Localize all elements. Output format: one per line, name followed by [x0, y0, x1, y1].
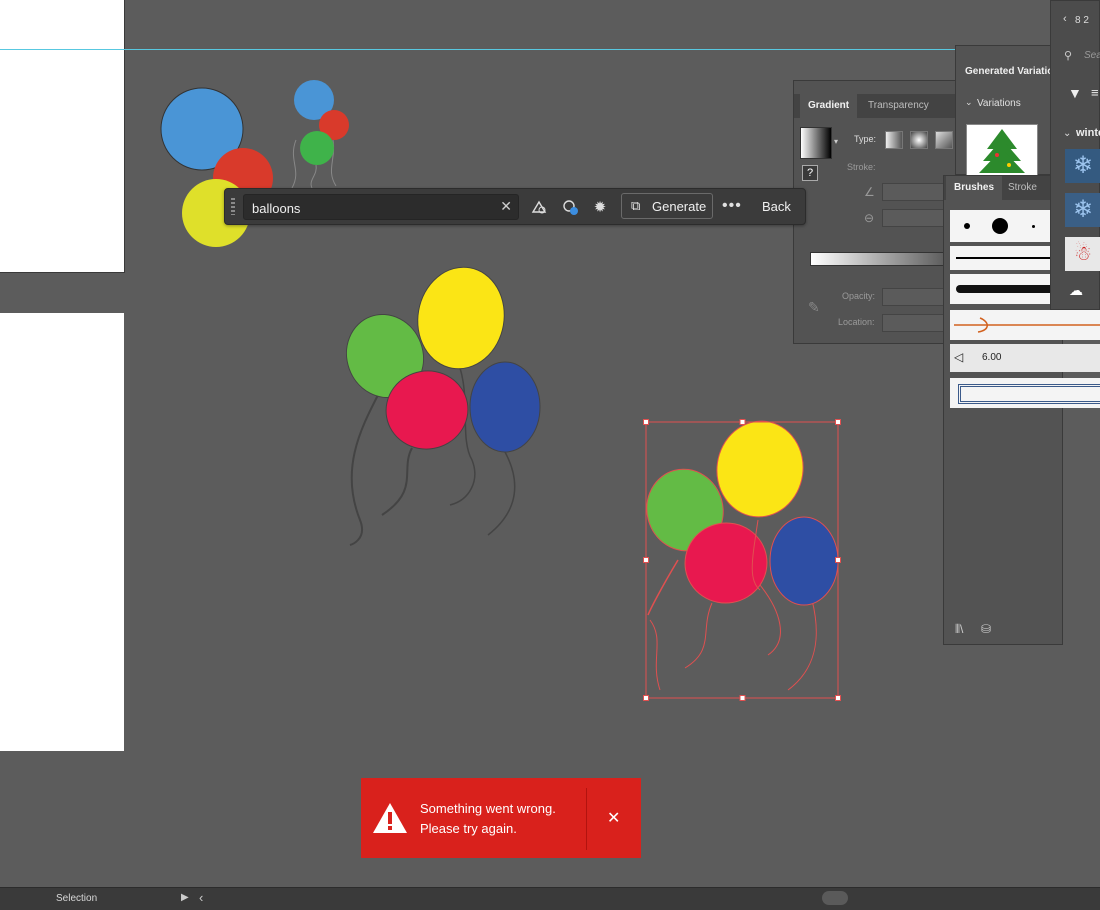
- gradient-panel: Gradient Transparency ▾ Type: Stroke: ? …: [793, 80, 963, 344]
- error-message-line2: Please try again.: [420, 821, 517, 836]
- gradient-slider[interactable]: [810, 252, 952, 266]
- brush-row-size[interactable]: ◁ 6.00: [950, 344, 1100, 372]
- prompt-field[interactable]: ✕: [243, 194, 519, 220]
- gear-icon[interactable]: ✹: [590, 197, 610, 217]
- tab-transparency[interactable]: Transparency: [860, 94, 937, 118]
- contextual-task-bar: ✕ ✹ ⧉ Generate ••• Back: [224, 188, 806, 225]
- generate-icon: ⧉: [631, 198, 641, 213]
- radial-gradient-button[interactable]: [910, 131, 928, 149]
- gradient-swatch[interactable]: [800, 127, 832, 159]
- brush-size-value: 6.00: [982, 352, 1002, 363]
- brush-libraries-icon[interactable]: ⫴\: [955, 622, 963, 637]
- variations-panel-title: Generated Variatio: [965, 66, 1054, 77]
- back-button[interactable]: Back: [762, 199, 791, 214]
- linear-gradient-button[interactable]: [885, 131, 903, 149]
- balloon-group-selected[interactable]: [638, 415, 839, 691]
- generated-variations-panel: Generated Variatio ⌄ Variations: [955, 45, 1055, 178]
- filter-icon[interactable]: ▼: [1068, 85, 1082, 101]
- location-field[interactable]: [882, 314, 944, 332]
- angle-icon: ∠: [864, 185, 875, 199]
- drag-handle[interactable]: [231, 198, 235, 215]
- snowman-thumbnail[interactable]: ☃: [1065, 237, 1100, 271]
- horizontal-scrollbar-thumb[interactable]: [822, 891, 848, 905]
- balloon-group-center[interactable]: [335, 260, 541, 546]
- status-bar: Selection ▶ ‹: [0, 887, 1100, 910]
- snowflake-thumbnail[interactable]: ❄: [1065, 149, 1100, 183]
- cloud-libraries-icon[interactable]: ⛁: [981, 622, 991, 636]
- aspect-ratio-icon: ⊖: [864, 211, 875, 225]
- style-reference-icon[interactable]: [560, 197, 580, 217]
- sort-icon[interactable]: ≡: [1091, 85, 1099, 100]
- eyedropper-icon[interactable]: ✎: [808, 299, 820, 316]
- tab-stroke[interactable]: Stroke: [1000, 176, 1045, 200]
- generate-button[interactable]: ⧉ Generate: [621, 193, 713, 219]
- chevron-down-icon[interactable]: ⌄: [1063, 128, 1071, 139]
- type-label: Type:: [854, 134, 877, 144]
- tab-brushes[interactable]: Brushes: [946, 176, 1003, 200]
- error-message-line1: Something went wrong.: [420, 801, 556, 816]
- opacity-label: Opacity:: [842, 291, 876, 301]
- variation-thumbnail[interactable]: [966, 124, 1038, 178]
- toast-divider: [586, 788, 587, 850]
- stroke-label: Stroke:: [847, 162, 876, 172]
- current-tool-label[interactable]: Selection: [56, 893, 97, 904]
- library-search-placeholder[interactable]: Sea: [1084, 50, 1100, 61]
- library-section-label: winte: [1076, 127, 1100, 139]
- play-icon[interactable]: ▶: [181, 892, 189, 903]
- page-indicator: 8 2: [1075, 15, 1089, 26]
- clear-icon[interactable]: ✕: [500, 198, 512, 215]
- search-icon[interactable]: ⚲: [1064, 49, 1072, 62]
- error-toast: Something went wrong. Please try again. …: [361, 778, 641, 858]
- chevron-left-icon[interactable]: ‹: [199, 890, 203, 905]
- chevron-down-icon[interactable]: ▾: [834, 137, 838, 146]
- freeform-gradient-button[interactable]: [935, 131, 953, 149]
- help-icon[interactable]: ?: [802, 165, 818, 181]
- snowflake-thumbnail[interactable]: ❄: [1065, 193, 1100, 227]
- brush-row-arrow[interactable]: [950, 310, 1100, 340]
- warning-icon: [373, 803, 407, 833]
- variations-section-label: Variations: [977, 98, 1021, 109]
- prompt-input[interactable]: [250, 197, 494, 219]
- speaker-icon: ◁: [954, 350, 964, 364]
- gradient-panel-tabs: Gradient Transparency: [794, 94, 962, 118]
- cloud-icon[interactable]: ☁: [1069, 282, 1083, 299]
- text-to-vector-icon[interactable]: [529, 197, 549, 217]
- brushes-panel: Brushes Stroke ◁ 6.00 ⫴\ ⛁: [943, 175, 1100, 645]
- libraries-panel: ‹ 8 2 ⚲ Sea ▼ ≡ ⌄ winte ❄ ❄ ☃ ☁: [1050, 0, 1100, 310]
- chevron-left-icon[interactable]: ‹: [1063, 13, 1067, 25]
- close-icon[interactable]: ✕: [607, 808, 620, 828]
- brushes-panel-tabs: Brushes Stroke: [944, 176, 1062, 200]
- christmas-tree-icon: [979, 129, 1025, 173]
- tab-gradient[interactable]: Gradient: [800, 94, 858, 118]
- aspect-ratio-field[interactable]: [882, 209, 944, 227]
- generate-label: Generate: [652, 199, 707, 214]
- opacity-field[interactable]: [882, 288, 944, 306]
- more-options-icon[interactable]: •••: [722, 197, 742, 215]
- chevron-down-icon[interactable]: ⌄: [965, 97, 973, 108]
- angle-field[interactable]: [882, 183, 944, 201]
- location-label: Location:: [838, 317, 875, 327]
- brush-row-border[interactable]: [950, 378, 1100, 408]
